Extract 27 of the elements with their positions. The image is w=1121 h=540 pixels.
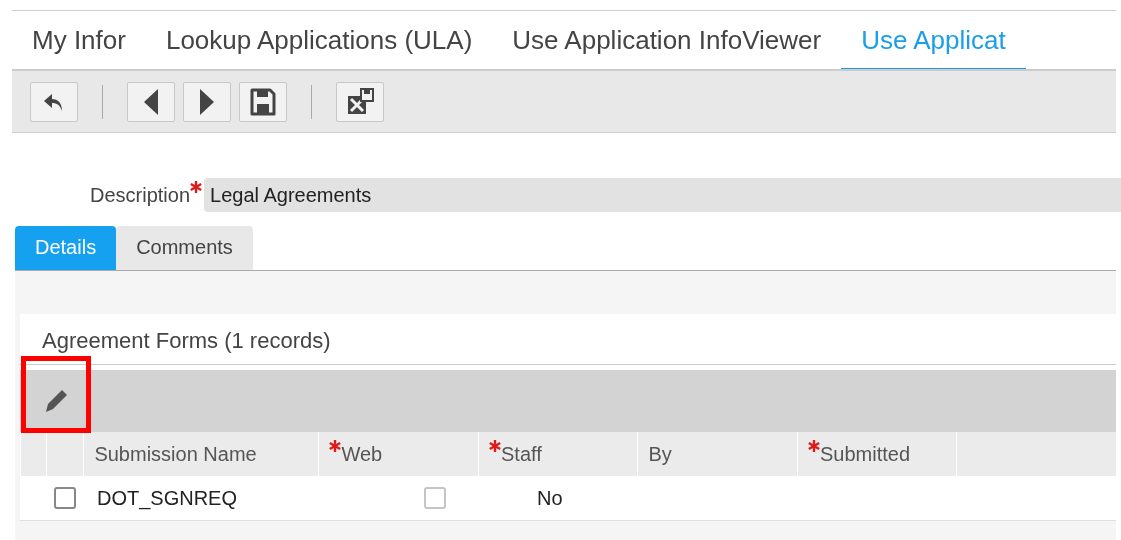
column-header: By — [637, 432, 797, 476]
app-tab[interactable]: Lookup Applications (ULA) — [145, 11, 493, 69]
table-cell: No — [537, 486, 563, 510]
app-tab[interactable]: My Infor — [12, 11, 146, 69]
app-tab[interactable]: Use Application InfoViewer — [492, 11, 842, 69]
delete-save-icon — [346, 87, 374, 116]
delete-save-button[interactable] — [336, 81, 384, 122]
web-checkbox[interactable] — [424, 487, 446, 509]
undo-button[interactable] — [30, 81, 78, 122]
undo-icon — [43, 91, 65, 112]
column-header: Submitted — [797, 432, 957, 476]
description-field[interactable]: Legal Agreements — [204, 178, 1121, 212]
pencil-icon — [43, 388, 69, 414]
column-header: Staff — [478, 432, 638, 476]
save-button[interactable] — [239, 81, 287, 122]
field-label: Description — [90, 183, 191, 207]
right-triangle-icon — [200, 88, 214, 115]
section-tab[interactable]: Comments — [116, 226, 253, 270]
column-header: Web — [318, 432, 478, 476]
column-header: Submission Name — [83, 432, 319, 476]
table-cell: DOT_SGNREQ — [97, 486, 238, 510]
left-triangle-icon — [144, 88, 158, 115]
row-checkbox[interactable] — [54, 487, 76, 509]
save-icon — [250, 87, 276, 116]
next-button[interactable] — [183, 81, 231, 122]
previous-button[interactable] — [127, 81, 175, 122]
grid-title: Agreement Forms (1 records) — [20, 328, 1116, 365]
